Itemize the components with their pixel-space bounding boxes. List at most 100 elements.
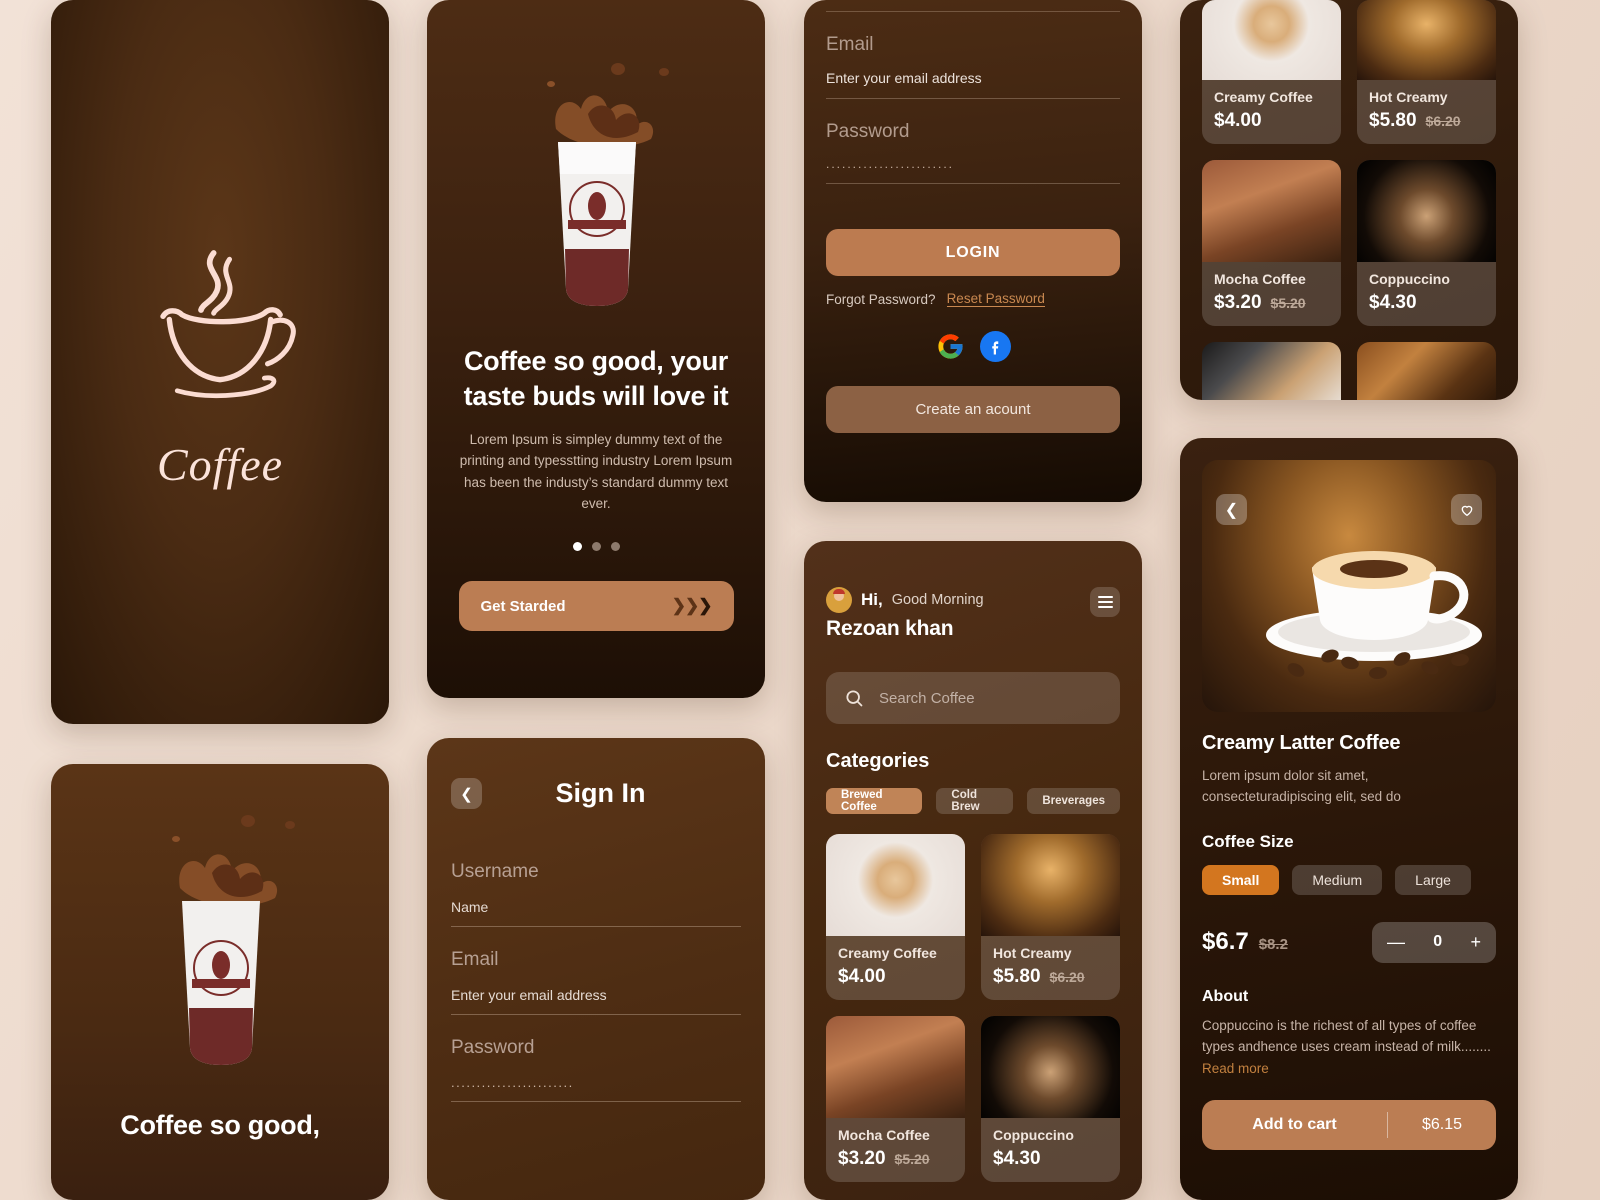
username-input[interactable]: Name	[451, 899, 741, 927]
product-thumbnail-coffee-beans-cup	[1357, 342, 1496, 400]
category-chip-brewed-coffee[interactable]: Brewed Coffee	[826, 788, 923, 814]
price-row: $6.7 $8.2 — 0 +	[1202, 921, 1496, 963]
signin-screen: ❮ Sign In Username Name Email Enter your…	[427, 738, 765, 1200]
social-login-row	[826, 331, 1120, 362]
about-title: About	[1202, 987, 1249, 1005]
coffee-mockup-cup-image	[547, 63, 669, 306]
minus-icon[interactable]: —	[1387, 933, 1405, 951]
product-card[interactable]: Creamy Coffee $4.00	[826, 834, 965, 1000]
product-thumbnail-latte-art	[1202, 0, 1341, 80]
email-field[interactable]: Email Enter your email address	[451, 949, 741, 1015]
about-text-block: Coppuccino is the richest of all types o…	[1202, 1015, 1496, 1079]
search-icon	[846, 690, 863, 707]
create-account-button[interactable]: Create an acount	[826, 386, 1120, 433]
signin-header: ❮ Sign In	[451, 778, 741, 809]
carousel-dot[interactable]	[610, 542, 620, 552]
product-name: Coppuccino	[993, 1127, 1074, 1143]
category-chip-cold-brew[interactable]: Cold Brew	[936, 788, 1014, 814]
product-thumbnail-cinnamon-cappuccino	[1357, 160, 1496, 262]
coffee-mockup-cup-image	[172, 815, 295, 1065]
username-field[interactable]: Username Name	[451, 861, 741, 927]
email-field[interactable]: Email Enter your email address	[826, 34, 1120, 99]
google-icon[interactable]	[935, 331, 966, 362]
product-card[interactable]: Creamy Coffee $4.00	[1202, 0, 1341, 144]
size-selector: Small Medium Large	[1202, 864, 1496, 895]
category-chip-breverages[interactable]: Breverages	[1027, 788, 1120, 814]
email-label: Email	[826, 34, 874, 55]
size-option-small[interactable]: Small	[1202, 864, 1280, 895]
carousel-dot[interactable]	[591, 542, 601, 552]
about-text: Coppuccino is the richest of all types o…	[1202, 1017, 1491, 1055]
add-to-cart-button[interactable]: Add to cart $6.15	[1202, 1099, 1496, 1150]
product-card[interactable]	[1202, 342, 1341, 400]
product-thumbnail-latte-art	[826, 834, 965, 936]
product-thumbnail-barista-pouring	[1202, 342, 1341, 400]
product-card[interactable]: Mocha Coffee $3.20 $5.20	[826, 1016, 965, 1182]
product-price: $4.30	[993, 1148, 1041, 1169]
product-price: $4.00	[838, 966, 886, 987]
password-field[interactable]: Password ........................	[826, 121, 1120, 184]
reset-password-link[interactable]: Reset Password	[946, 291, 1045, 307]
cart-amount: $6.15	[1421, 1115, 1463, 1133]
product-card[interactable]: Hot Creamy $5.80 $6.20	[981, 834, 1120, 1000]
get-started-label: Get Starded	[480, 597, 566, 615]
product-thumbnail-hot-cappuccino	[981, 834, 1120, 936]
splash-screen: Coffee	[51, 0, 389, 724]
plus-icon[interactable]: +	[1470, 933, 1481, 951]
product-old-price: $5.20	[1270, 295, 1306, 311]
product-old-price: $5.20	[894, 1151, 930, 1167]
product-name: Mocha Coffee	[838, 1127, 930, 1143]
user-name: Rezoan khan	[826, 617, 954, 640]
carousel-dots[interactable]	[572, 542, 620, 552]
product-card[interactable]: Coppuccino $4.30	[1357, 160, 1496, 326]
forgot-password-row: Forgot Password? Reset Password	[826, 291, 1120, 307]
password-input[interactable]: ........................	[826, 157, 1120, 184]
product-name: Mocha Coffee	[1214, 271, 1306, 287]
product-name: Creamy Coffee	[1214, 89, 1313, 105]
size-option-medium[interactable]: Medium	[1292, 864, 1383, 895]
product-thumbnail-mocha-glass	[826, 1016, 965, 1118]
quantity-stepper[interactable]: — 0 +	[1372, 921, 1496, 963]
email-input[interactable]: Enter your email address	[826, 70, 1120, 99]
product-price: $5.80	[993, 966, 1041, 987]
forgot-password-label: Forgot Password?	[826, 291, 936, 307]
quantity-value: 0	[1433, 933, 1443, 951]
login-screen: Email Enter your email address Password …	[804, 0, 1142, 502]
product-price: $4.00	[1214, 110, 1262, 131]
get-started-button[interactable]: Get Starded ❯❯❯	[458, 581, 734, 632]
product-card[interactable]	[1357, 342, 1496, 400]
password-label: Password	[451, 1037, 535, 1058]
product-card[interactable]: Hot Creamy $5.80 $6.20	[1357, 0, 1496, 144]
password-label: Password	[826, 121, 910, 142]
back-button[interactable]: ❮	[1216, 494, 1247, 525]
password-field[interactable]: Password ........................	[451, 1037, 741, 1102]
product-old-price: $8.2	[1258, 936, 1288, 954]
facebook-icon[interactable]	[980, 331, 1011, 362]
hamburger-menu-icon[interactable]	[1090, 587, 1120, 617]
read-more-link[interactable]: Read more	[1202, 1061, 1269, 1076]
coffee-size-title: Coffee Size	[1202, 831, 1294, 851]
size-option-large[interactable]: Large	[1395, 864, 1471, 895]
product-card[interactable]: Coppuccino $4.30	[981, 1016, 1120, 1182]
onboarding-screen: Coffee so good, your taste buds will lov…	[427, 0, 765, 698]
email-input[interactable]: Enter your email address	[451, 987, 741, 1015]
home-screen: Hi, Good Morning Rezoan khan Search Coff…	[804, 541, 1142, 1200]
password-input[interactable]: ........................	[451, 1075, 741, 1102]
onboarding-screen-2: Coffee so good,	[51, 764, 389, 1200]
signin-title: Sign In	[555, 778, 646, 808]
product-card[interactable]: Mocha Coffee $3.20 $5.20	[1202, 160, 1341, 326]
onboarding-body: Lorem Ipsum is simpley dummy text of the…	[459, 432, 733, 512]
heart-icon	[1461, 505, 1472, 516]
chevron-left-icon[interactable]: ❮	[451, 778, 482, 809]
login-button[interactable]: LOGIN	[826, 229, 1120, 276]
product-description: Lorem ipsum dolor sit amet, consectetura…	[1202, 768, 1401, 804]
search-input[interactable]: Search Coffee	[826, 672, 1120, 724]
search-placeholder: Search Coffee	[879, 689, 975, 707]
favorite-button[interactable]	[1451, 494, 1482, 525]
chevrons-right-icon: ❯❯❯	[671, 596, 713, 616]
product-price: $6.7	[1202, 928, 1249, 956]
carousel-dot[interactable]	[572, 542, 582, 552]
product-name: Hot Creamy	[1369, 89, 1448, 105]
product-price: $3.20	[1214, 292, 1262, 313]
avatar[interactable]	[826, 587, 852, 613]
